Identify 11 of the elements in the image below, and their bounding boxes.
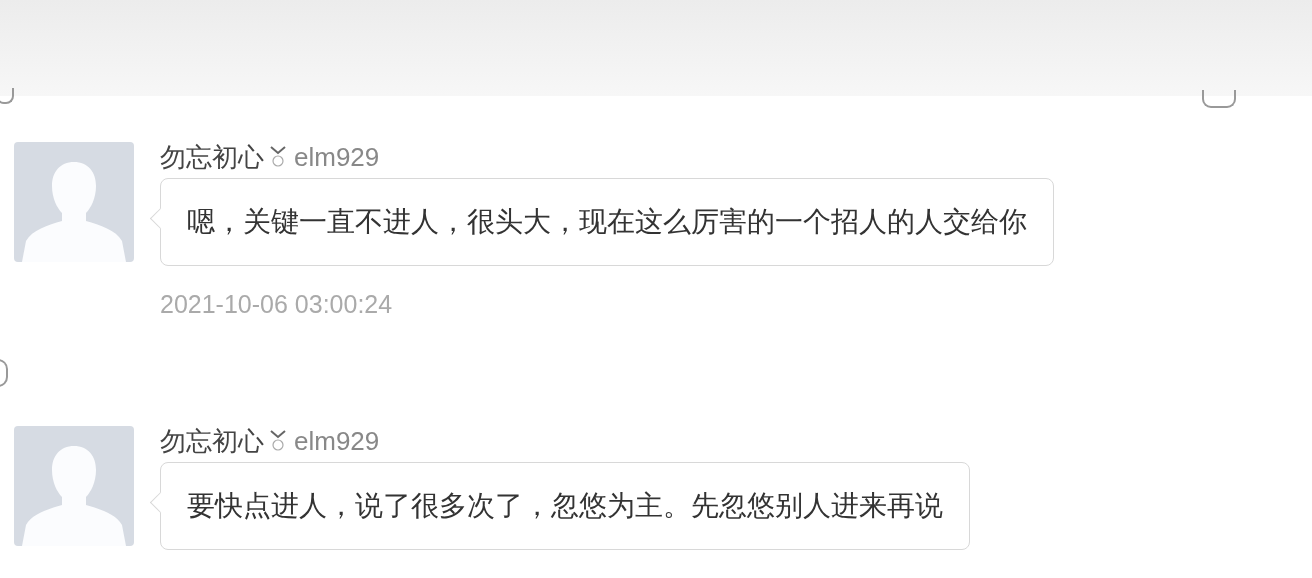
sender-name: 勿忘初心 (160, 140, 264, 174)
medal-icon (268, 428, 288, 454)
avatar-icon (14, 426, 134, 546)
avatar-icon (14, 142, 134, 262)
timestamp: 2021-10-06 03:00:24 (160, 290, 394, 319)
username: elm929 (294, 425, 380, 457)
sender-name: 勿忘初心 (160, 424, 264, 458)
username: elm929 (294, 141, 380, 173)
bubble-edge (0, 88, 14, 104)
medal-icon (268, 144, 288, 170)
bubble-edge (1202, 90, 1236, 108)
